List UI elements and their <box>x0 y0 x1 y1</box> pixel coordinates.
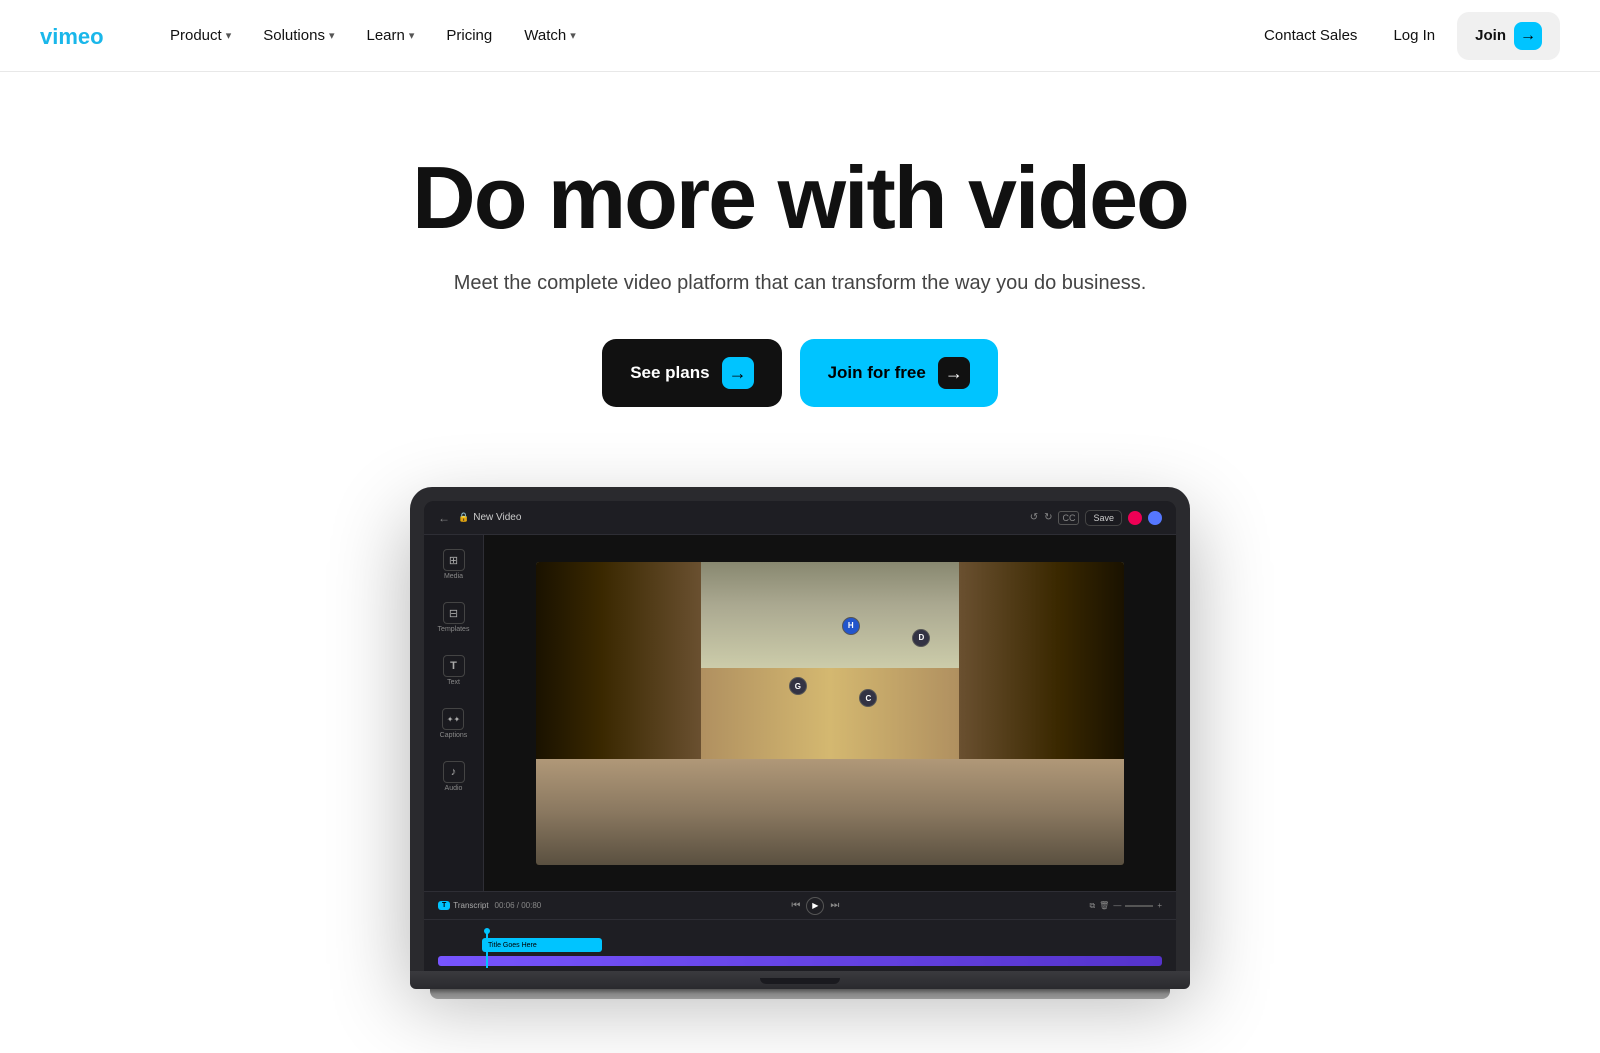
laptop-bottom <box>430 989 1170 999</box>
next-button[interactable]: ⏭ <box>830 900 839 911</box>
join-free-button[interactable]: Join for free → <box>800 339 998 407</box>
timeline-needle <box>486 930 488 968</box>
plans-arrow-icon: → <box>722 357 754 389</box>
contact-sales-link[interactable]: Contact Sales <box>1250 19 1371 52</box>
screen-topbar: ← 🔒 New Video ↺ ↻ CC Save <box>424 501 1176 535</box>
play-button[interactable]: ▶ <box>806 897 824 915</box>
laptop-screen: ← 🔒 New Video ↺ ↻ CC Save <box>424 501 1176 971</box>
hero-title: Do more with video <box>240 152 1360 244</box>
nav-right: Contact Sales Log In Join → <box>1250 12 1560 60</box>
collab-label-g: G <box>789 677 807 695</box>
nav-item-learn[interactable]: Learn ▾ <box>352 19 428 52</box>
lock-icon: 🔒 <box>458 512 469 523</box>
cc-icon: CC <box>1058 511 1079 525</box>
nav-items: Product ▾ Solutions ▾ Learn ▾ Pricing Wa… <box>156 19 590 52</box>
delete-icon: 🗑 <box>1099 901 1109 910</box>
chevron-down-icon: ▾ <box>409 29 415 42</box>
screen-canvas: H G D C <box>484 535 1176 891</box>
laptop-base <box>410 971 1190 989</box>
topbar-left: ← 🔒 New Video <box>438 511 521 525</box>
topbar-title: 🔒 New Video <box>458 512 521 523</box>
text-icon: T <box>443 655 465 677</box>
join-arrow-icon: → <box>1514 22 1542 50</box>
nav-item-pricing[interactable]: Pricing <box>432 19 506 52</box>
screen-main: ⊞ Media ⊟ Templates T Text ✦✦ <box>424 535 1176 891</box>
timeline-right: ⧉ 🗑 — + <box>1089 901 1162 911</box>
vimeo-logo[interactable]: vimeo <box>40 22 120 50</box>
nav-left: vimeo Product ▾ Solutions ▾ Learn ▾ Pric… <box>40 19 590 52</box>
timeline-left: T Transcript 00:06 / 00:80 <box>438 901 541 910</box>
nav-item-product[interactable]: Product ▾ <box>156 19 245 52</box>
timeline-controls: T Transcript 00:06 / 00:80 ⏮ ▶ ⏭ ⧉ <box>424 892 1176 920</box>
nav-item-watch[interactable]: Watch ▾ <box>510 19 589 52</box>
audio-icon: ♪ <box>443 761 465 783</box>
hero-section: Do more with video Meet the complete vid… <box>200 72 1400 487</box>
hero-buttons: See plans → Join for free → <box>240 339 1360 407</box>
topbar-right: ↺ ↻ CC Save <box>1030 510 1162 526</box>
hallway-floor <box>536 759 1124 865</box>
undo-icon: ↺ <box>1030 512 1038 523</box>
hallway-scene: H G D C <box>536 562 1124 865</box>
prev-button[interactable]: ⏮ <box>791 900 800 911</box>
templates-icon: ⊟ <box>443 602 465 624</box>
chevron-down-icon: ▾ <box>329 29 335 42</box>
collab-label-h: H <box>842 617 860 635</box>
chevron-down-icon: ▾ <box>570 29 576 42</box>
timeline-time: 00:06 / 00:80 <box>495 901 542 910</box>
sidebar-tool-text[interactable]: T Text <box>439 651 469 690</box>
copy-icon: ⧉ <box>1089 901 1095 911</box>
captions-icon: ✦✦ <box>442 708 464 730</box>
laptop: ← 🔒 New Video ↺ ↻ CC Save <box>410 487 1190 999</box>
collab-label-d: D <box>912 629 930 647</box>
zoom-out-icon: — <box>1113 901 1121 910</box>
sidebar-tool-media[interactable]: ⊞ Media <box>439 545 469 584</box>
sidebar-tool-captions[interactable]: ✦✦ Captions <box>436 704 472 743</box>
join-button[interactable]: Join → <box>1457 12 1560 60</box>
sidebar-tool-templates[interactable]: ⊟ Templates <box>434 598 474 637</box>
sidebar-tool-audio[interactable]: ♪ Audio <box>439 757 469 796</box>
see-plans-button[interactable]: See plans → <box>602 339 781 407</box>
timeline-center: ⏮ ▶ ⏭ <box>791 897 839 915</box>
save-button[interactable]: Save <box>1085 510 1122 526</box>
hallway-center <box>701 668 960 759</box>
hero-subtitle: Meet the complete video platform that ca… <box>240 272 1360 295</box>
zoom-in-icon: + <box>1157 901 1162 910</box>
timeline-clip-cyan: Title Goes Here <box>482 938 602 952</box>
free-arrow-icon: → <box>938 357 970 389</box>
chevron-down-icon: ▾ <box>226 29 232 42</box>
transcript-label: T Transcript <box>438 901 489 910</box>
screen-timeline: T Transcript 00:06 / 00:80 ⏮ ▶ ⏭ ⧉ <box>424 891 1176 971</box>
record-dot <box>1128 511 1142 525</box>
navbar: vimeo Product ▾ Solutions ▾ Learn ▾ Pric… <box>0 0 1600 72</box>
back-icon: ← <box>438 511 450 525</box>
media-icon: ⊞ <box>443 549 465 571</box>
login-button[interactable]: Log In <box>1379 19 1449 52</box>
laptop-outer: ← 🔒 New Video ↺ ↻ CC Save <box>410 487 1190 971</box>
redo-icon: ↻ <box>1044 512 1052 523</box>
nav-item-solutions[interactable]: Solutions ▾ <box>249 19 348 52</box>
svg-text:vimeo: vimeo <box>40 24 104 49</box>
laptop-illustration: ← 🔒 New Video ↺ ↻ CC Save <box>250 487 1350 999</box>
screen-sidebar: ⊞ Media ⊟ Templates T Text ✦✦ <box>424 535 484 891</box>
zoom-slider <box>1125 905 1153 907</box>
timeline-track: Title Goes Here <box>424 920 1176 971</box>
laptop-notch <box>760 978 840 984</box>
video-preview: H G D C <box>536 562 1124 865</box>
timeline-clip-purple <box>438 956 1162 966</box>
profile-dot <box>1148 511 1162 525</box>
